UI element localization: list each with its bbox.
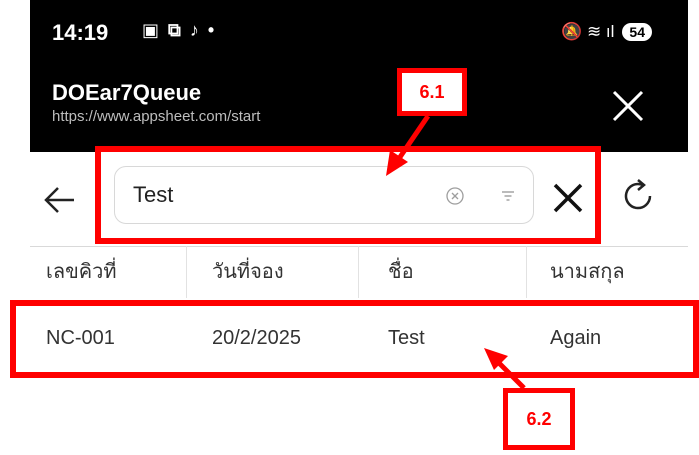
app-url: https://www.appsheet.com/start — [52, 108, 261, 125]
callout-6-2: 6.2 — [503, 388, 575, 450]
app-header: DOEar7Queue https://www.appsheet.com/sta… — [30, 72, 688, 152]
column-divider — [526, 246, 527, 298]
system-icons: 🔕 ≋ ıl 54 — [561, 22, 652, 42]
back-arrow-icon[interactable] — [40, 180, 80, 220]
column-divider — [358, 246, 359, 298]
callout-6-1: 6.1 — [397, 68, 467, 116]
column-header-queue-number[interactable]: เลขคิวที่ — [46, 246, 117, 298]
column-header-first-name[interactable]: ชื่อ — [388, 246, 414, 298]
table-header: เลขคิวที่ วันที่จอง ชื่อ นามสกุล — [30, 246, 699, 298]
highlight-box-search — [95, 146, 601, 244]
status-time: 14:19 — [52, 20, 109, 45]
column-header-last-name[interactable]: นามสกุล — [550, 246, 625, 298]
highlight-box-result-row — [10, 300, 699, 378]
battery-indicator: 54 — [622, 23, 652, 41]
column-divider — [186, 246, 187, 298]
refresh-icon[interactable] — [618, 176, 658, 216]
app-title: DOEar7Queue — [52, 80, 202, 105]
signal-wifi-icons: 🔕 ≋ ıl — [561, 22, 615, 41]
column-header-booking-date[interactable]: วันที่จอง — [212, 246, 284, 298]
notification-icons: ▣ ⧉ ♪ • — [142, 20, 217, 40]
close-app-icon[interactable] — [604, 82, 652, 130]
status-bar: 14:19 ▣ ⧉ ♪ • 🔕 ≋ ıl 54 — [30, 0, 688, 72]
